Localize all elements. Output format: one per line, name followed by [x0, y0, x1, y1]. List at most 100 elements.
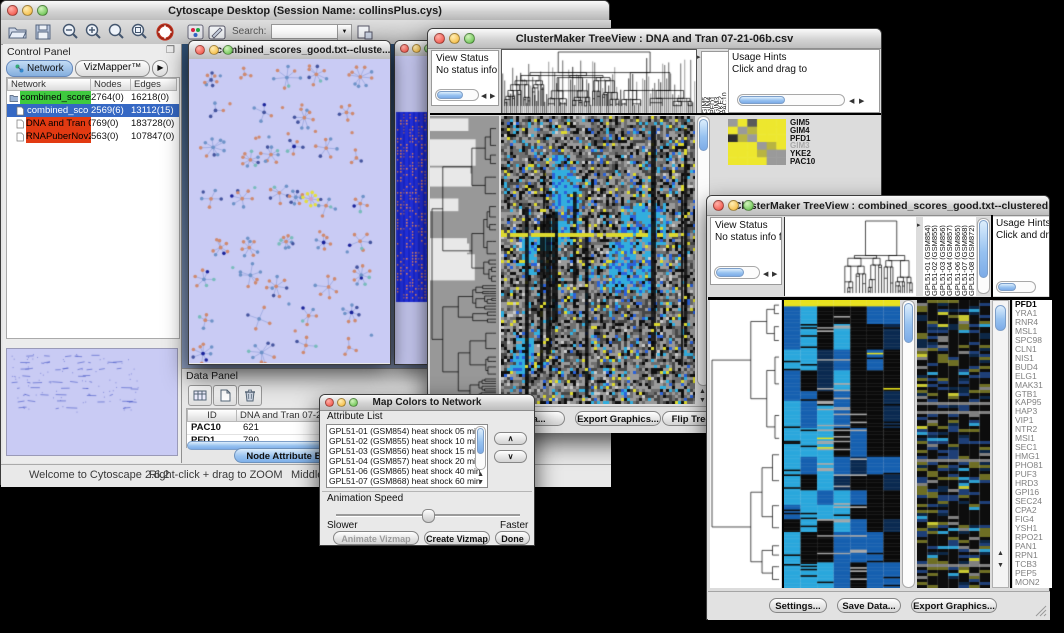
- attribute-list-item[interactable]: GPL51-06 (GSM865) heat shock 40 min: [329, 466, 485, 476]
- close-button[interactable]: [325, 398, 334, 407]
- new-attribute-icon[interactable]: [213, 385, 237, 406]
- scroll-left-icon[interactable]: ◀: [763, 270, 768, 279]
- attribute-listbox[interactable]: GPL51-01 (GSM854) heat shock 05 min GPL51…: [326, 424, 488, 488]
- create-vizmap-button[interactable]: Create Vizmap: [424, 531, 490, 545]
- col-edges[interactable]: Edges: [131, 78, 177, 91]
- open-icon[interactable]: [5, 22, 29, 42]
- export-graphics-button[interactable]: Export Graphics...: [911, 598, 997, 613]
- zoom-button[interactable]: [743, 200, 754, 211]
- scroll-thumb[interactable]: [699, 119, 708, 151]
- attribute-list-item[interactable]: GPL51-07 (GSM868) heat shock 60 min: [329, 476, 485, 486]
- tv2-column-dendrogram[interactable]: [784, 217, 916, 296]
- zoom-fit-icon[interactable]: [104, 22, 128, 42]
- settings-button[interactable]: Settings...: [769, 598, 827, 613]
- search-dropdown-icon[interactable]: ▼: [337, 24, 352, 41]
- tv1-status-hscrollbar[interactable]: [435, 89, 479, 101]
- network-view-canvas[interactable]: [189, 59, 390, 363]
- scroll-right-icon[interactable]: ▶: [772, 270, 777, 279]
- tv1-usage-hscrollbar[interactable]: [737, 94, 845, 106]
- tv2-secondary-heatmap-canvas[interactable]: [917, 300, 990, 588]
- scroll-thumb[interactable]: [739, 96, 785, 104]
- delete-trash-icon[interactable]: [238, 385, 262, 406]
- minimize-button[interactable]: [449, 33, 460, 44]
- zoom-in-icon[interactable]: [81, 22, 105, 42]
- vizmapper-icon[interactable]: [183, 22, 207, 42]
- save-icon[interactable]: [31, 22, 55, 42]
- scroll-thumb[interactable]: [979, 220, 988, 278]
- annotation-icon[interactable]: [205, 22, 229, 42]
- help-lifering-icon[interactable]: [153, 22, 177, 42]
- network-row[interactable]: DNA and Tran 07769(0)183728(0): [7, 117, 179, 130]
- zoom-button[interactable]: [37, 5, 48, 16]
- configure-panel-icon[interactable]: [353, 22, 377, 42]
- network-row[interactable]: RNAPuberNov2+563(0)107847(0): [7, 130, 179, 143]
- zoom-button[interactable]: [349, 398, 358, 407]
- treeview2-titlebar[interactable]: ClusterMaker TreeView : combined_scores_…: [707, 196, 1049, 216]
- zoom-selected-icon[interactable]: [127, 22, 151, 42]
- scroll-thumb[interactable]: [904, 303, 913, 343]
- scroll-up-icon[interactable]: ▲: [997, 549, 1004, 558]
- animate-vizmap-button[interactable]: Animate Vizmap: [333, 531, 419, 545]
- attribute-list-item[interactable]: GPL51-03 (GSM856) heat shock 15 min: [329, 446, 485, 456]
- play-icon[interactable]: ▸: [697, 53, 701, 62]
- scroll-thumb[interactable]: [998, 283, 1016, 291]
- tv2-top-vscrollbar[interactable]: [977, 218, 990, 294]
- float-panel-icon[interactable]: ❐: [166, 45, 175, 56]
- scroll-down-icon[interactable]: ▼: [699, 396, 706, 405]
- zoom-out-icon[interactable]: [58, 22, 82, 42]
- main-titlebar[interactable]: Cytoscape Desktop (Session Name: collins…: [1, 1, 609, 21]
- close-button[interactable]: [7, 5, 18, 16]
- move-up-button[interactable]: ∧: [494, 432, 527, 445]
- done-button[interactable]: Done: [495, 531, 530, 545]
- tv2-gene-item[interactable]: MON2: [1015, 578, 1052, 587]
- scroll-left-icon[interactable]: ◀: [849, 97, 854, 106]
- save-data-button[interactable]: Save Data...: [837, 598, 901, 613]
- col-nodes[interactable]: Nodes: [91, 78, 131, 91]
- move-down-button[interactable]: ∨: [494, 450, 527, 463]
- tab-vizmapper[interactable]: VizMapper™: [75, 60, 151, 77]
- scroll-down-icon[interactable]: ▼: [477, 478, 484, 487]
- col-network[interactable]: Network: [7, 78, 91, 91]
- minimize-button[interactable]: [209, 45, 219, 55]
- treeview1-titlebar[interactable]: ClusterMaker TreeView : DNA and Tran 07-…: [428, 29, 881, 49]
- zoom-button[interactable]: [223, 45, 233, 55]
- scroll-thumb[interactable]: [477, 428, 484, 454]
- tv1-column-dendrogram[interactable]: [501, 49, 697, 115]
- attr-vscrollbar[interactable]: [475, 426, 486, 470]
- play-icon[interactable]: ▸: [917, 221, 921, 230]
- close-button[interactable]: [400, 44, 409, 53]
- animation-speed-slider[interactable]: [336, 508, 520, 522]
- scroll-left-icon[interactable]: ◀: [481, 92, 486, 101]
- minimize-button[interactable]: [337, 398, 346, 407]
- tv2-row-dendrogram[interactable]: [710, 300, 781, 588]
- tv1-heatmap-canvas[interactable]: [501, 116, 695, 404]
- minimize-button[interactable]: [412, 44, 421, 53]
- close-button[interactable]: [195, 45, 205, 55]
- resize-grip[interactable]: [1034, 604, 1047, 617]
- network-row[interactable]: combined_sco2569(6)13112(15): [7, 104, 179, 117]
- col-id[interactable]: ID: [187, 409, 237, 422]
- scroll-right-icon[interactable]: ▶: [859, 97, 864, 106]
- tv1-mini-matrix[interactable]: [728, 119, 786, 165]
- slider-thumb[interactable]: [422, 509, 435, 523]
- zoom-button[interactable]: [464, 33, 475, 44]
- attribute-list-item[interactable]: GPL51-04 (GSM857) heat shock 20 min: [329, 456, 485, 466]
- attribute-list-item[interactable]: GPL51-01 (GSM854) heat shock 05 min: [329, 426, 485, 436]
- tv2-usage-hscrollbar[interactable]: [996, 281, 1036, 293]
- search-input[interactable]: [271, 24, 339, 39]
- minimize-button[interactable]: [728, 200, 739, 211]
- tv2-heatmap-canvas[interactable]: [784, 300, 900, 588]
- scroll-down-icon[interactable]: ▼: [997, 561, 1004, 570]
- scroll-thumb[interactable]: [995, 305, 1006, 331]
- close-button[interactable]: [434, 33, 445, 44]
- scroll-thumb[interactable]: [716, 268, 744, 277]
- minimize-button[interactable]: [22, 5, 33, 16]
- tv2-status-hscrollbar[interactable]: [714, 266, 760, 279]
- close-button[interactable]: [713, 200, 724, 211]
- network-row[interactable]: combined_scores2764(0)16218(0): [7, 91, 179, 104]
- table-icon[interactable]: [188, 385, 212, 406]
- tab-overflow[interactable]: ▶: [152, 60, 168, 77]
- scroll-right-icon[interactable]: ▶: [490, 92, 495, 101]
- tab-network[interactable]: Network: [6, 60, 73, 77]
- scroll-thumb[interactable]: [437, 91, 463, 99]
